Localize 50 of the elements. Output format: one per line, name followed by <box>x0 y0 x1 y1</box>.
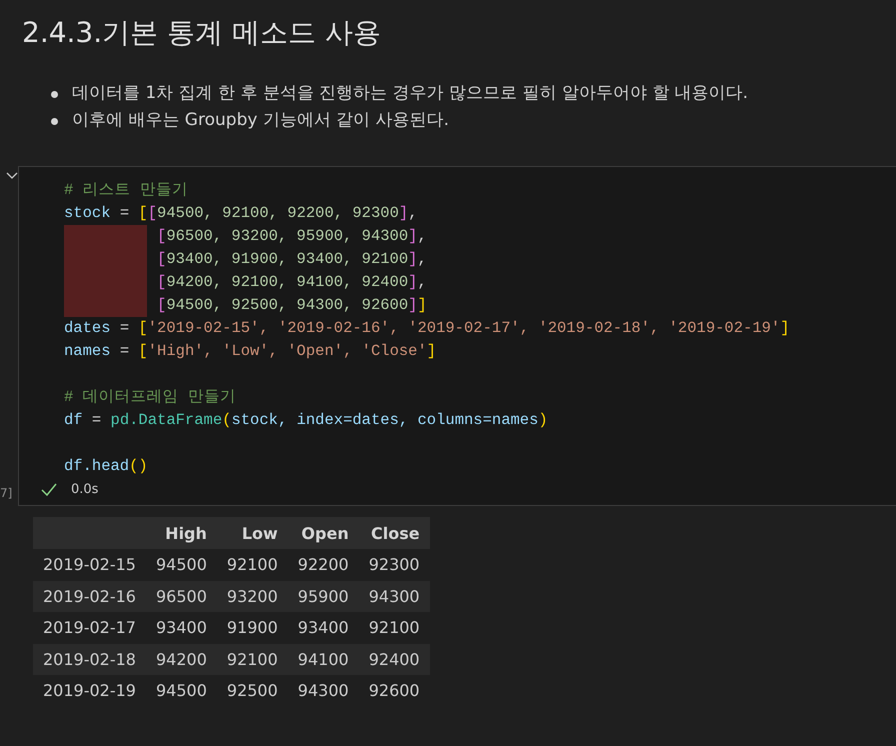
table-cell: 95900 <box>288 580 359 612</box>
column-header: Open <box>288 517 359 549</box>
table-cell: 2019-02-17 <box>33 612 146 644</box>
table-cell: 93400 <box>146 612 217 644</box>
table-cell: 92100 <box>358 612 430 644</box>
table-cell: 92300 <box>358 549 430 580</box>
code-line: # 데이터프레임 만들기 <box>64 387 236 408</box>
bullet-text: 이후에 배우는 Groupby 기능에서 같이 사용된다. <box>72 110 450 130</box>
table-cell: 94300 <box>358 580 430 612</box>
code-line: [94500, 92500, 94300, 92600]] <box>157 295 427 316</box>
column-header: Close <box>358 517 430 549</box>
table-cell: 94100 <box>288 644 359 675</box>
table-cell: 93400 <box>288 612 359 644</box>
column-header: High <box>146 517 217 549</box>
code-cell[interactable] <box>18 166 896 506</box>
table-cell: 2019-02-18 <box>33 644 146 675</box>
bullet-icon <box>51 118 58 125</box>
section-heading: 2.4.3.기본 통계 메소드 사용 <box>21 15 382 51</box>
table-cell: 96500 <box>146 580 217 612</box>
table-cell: 92100 <box>216 549 288 580</box>
table-cell: 92200 <box>288 549 359 580</box>
chevron-icon[interactable] <box>6 172 18 180</box>
code-line: names = ['High', 'Low', 'Open', 'Close'] <box>64 341 436 362</box>
checkmark-icon <box>41 482 57 496</box>
bullet-text: 데이터를 1차 집계 한 후 분석을 진행하는 경우가 많으므로 필히 알아두어야 할 내용이다. <box>72 83 748 103</box>
table-cell: 94500 <box>146 549 217 580</box>
table-cell: 91900 <box>216 612 288 644</box>
table-cell: 2019-02-15 <box>33 549 146 580</box>
table-cell: 2019-02-16 <box>33 580 146 612</box>
table-cell: 94500 <box>146 675 217 706</box>
table-cell: 94200 <box>146 644 217 675</box>
code-line: dates = ['2019-02-15', '2019-02-16', '2019-02-17', '2019-02-18', '2019-02-19'] <box>64 318 790 339</box>
code-line: df.head() <box>64 456 148 477</box>
bullet-icon <box>51 91 58 98</box>
code-line: [96500, 93200, 95900, 94300], <box>157 226 427 247</box>
table-cell: 2019-02-19 <box>33 675 146 706</box>
column-header: Low <box>216 517 288 549</box>
table-cell: 92500 <box>216 675 288 706</box>
code-line: [93400, 91900, 93400, 92100], <box>157 249 427 270</box>
execution-count: 7] <box>0 486 12 500</box>
table-cell: 94300 <box>288 675 359 706</box>
table-cell: 92100 <box>216 644 288 675</box>
code-line: [94200, 92100, 94100, 92400], <box>157 272 427 293</box>
code-line: df = pd.DataFrame(stock, index=dates, columns=names) <box>64 410 548 431</box>
table-cell: 92400 <box>358 644 430 675</box>
code-line: # 리스트 만들기 <box>64 180 188 201</box>
execution-time: 0.0s <box>71 482 98 497</box>
table-cell: 93200 <box>216 580 288 612</box>
code-line: stock = [[94500, 92100, 92200, 92300], <box>64 203 418 224</box>
table-cell: 92600 <box>358 675 430 706</box>
